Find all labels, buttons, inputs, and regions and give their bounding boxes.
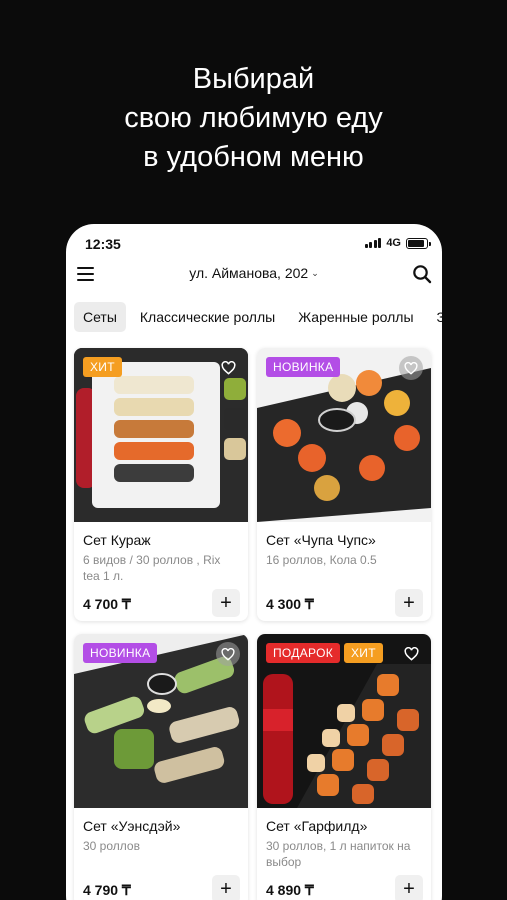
product-title: Сет «Уэнсдэй» <box>83 818 181 834</box>
badge-hit: ХИТ <box>344 643 383 663</box>
product-grid: ХИТ Сет Кураж 6 видов / 30 роллов , Rix … <box>74 348 431 900</box>
product-title: Сет «Чупа Чупс» <box>266 532 376 548</box>
promo-headline: Выбирай свою любимую еду в удобном меню <box>0 60 507 177</box>
category-tabs: Сеты Классические роллы Жаренные роллы З… <box>74 302 442 332</box>
status-time: 12:35 <box>85 236 121 252</box>
product-price: 4 700 ₸ <box>83 596 131 612</box>
heart-icon[interactable] <box>399 356 423 380</box>
badge-gift: ПОДАРОК <box>266 643 340 663</box>
product-description: 30 роллов <box>83 839 140 853</box>
badge-group: ПОДАРОК ХИТ <box>266 643 383 663</box>
battery-level <box>408 239 425 247</box>
badge-group: ХИТ <box>83 357 122 377</box>
status-bar: 12:35 4G <box>66 224 442 264</box>
badge-new: НОВИНКА <box>83 643 158 663</box>
headline-line-1: Выбирай <box>192 63 315 95</box>
add-to-cart-button[interactable]: + <box>212 589 240 617</box>
badge-group: НОВИНКА <box>83 643 158 663</box>
product-photo: НОВИНКА <box>257 348 431 522</box>
status-indicators: 4G <box>364 237 431 249</box>
chevron-down-icon: ⌄ <box>311 268 319 278</box>
address-text: ул. Айманова, 202 <box>189 265 309 281</box>
search-icon[interactable] <box>412 264 432 284</box>
tab-fried-rolls[interactable]: Жаренные роллы <box>289 302 422 332</box>
add-to-cart-button[interactable]: + <box>212 875 240 900</box>
address-selector[interactable]: ул. Айманова, 202 ⌄ <box>66 265 442 281</box>
badge-hit: ХИТ <box>83 357 122 377</box>
add-to-cart-button[interactable]: + <box>395 589 423 617</box>
product-title: Сет «Гарфилд» <box>266 818 368 834</box>
heart-icon[interactable] <box>399 642 423 666</box>
badge-group: НОВИНКА <box>266 357 341 377</box>
product-card[interactable]: ХИТ Сет Кураж 6 видов / 30 роллов , Rix … <box>74 348 248 621</box>
tab-next[interactable]: За <box>428 302 442 332</box>
product-photo: НОВИНКА <box>74 634 248 808</box>
network-type: 4G <box>386 237 401 249</box>
headline-line-2: свою любимую еду <box>124 102 383 134</box>
product-description: 30 роллов, 1 л напиток на выбор <box>266 839 411 869</box>
product-card[interactable]: НОВИНКА Сет «Уэнсдэй» 30 роллов 4 790 ₸ … <box>74 634 248 900</box>
product-price: 4 790 ₸ <box>83 882 131 898</box>
headline-line-3: в удобном меню <box>143 141 364 173</box>
phone-screen: 12:35 4G ул. Айманова, 202 ⌄ Сеты Классич… <box>66 224 442 900</box>
heart-icon[interactable] <box>216 356 240 380</box>
product-photo: ХИТ <box>74 348 248 522</box>
signal-icon <box>364 238 382 248</box>
product-price: 4 890 ₸ <box>266 882 314 898</box>
app-header: ул. Айманова, 202 ⌄ <box>66 262 442 288</box>
product-title: Сет Кураж <box>83 532 151 548</box>
product-card[interactable]: НОВИНКА Сет «Чупа Чупс» 16 роллов, Кола … <box>257 348 431 621</box>
product-description: 16 роллов, Кола 0.5 <box>266 553 377 567</box>
tab-classic-rolls[interactable]: Классические роллы <box>131 302 284 332</box>
badge-new: НОВИНКА <box>266 357 341 377</box>
product-description: 6 видов / 30 роллов , Rix tea 1 л. <box>83 553 221 583</box>
tab-sets[interactable]: Сеты <box>74 302 126 332</box>
add-to-cart-button[interactable]: + <box>395 875 423 900</box>
heart-icon[interactable] <box>216 642 240 666</box>
battery-icon <box>406 237 431 249</box>
product-card[interactable]: ПОДАРОК ХИТ Сет «Гарфилд» 30 роллов, 1 л… <box>257 634 431 900</box>
product-photo: ПОДАРОК ХИТ <box>257 634 431 808</box>
product-price: 4 300 ₸ <box>266 596 314 612</box>
